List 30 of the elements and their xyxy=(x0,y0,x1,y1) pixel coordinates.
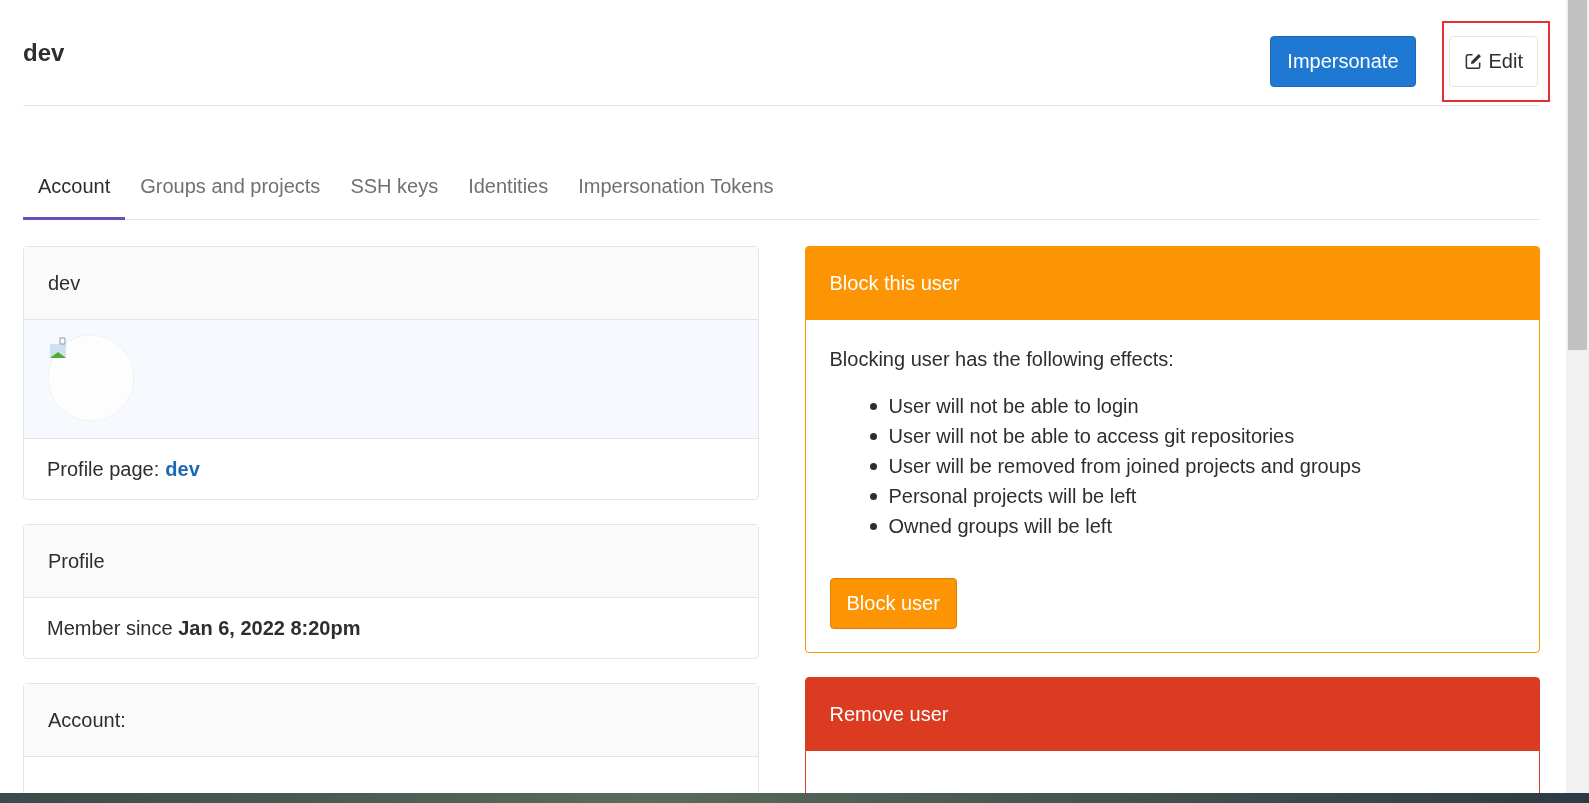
profile-link[interactable]: dev xyxy=(165,457,200,481)
list-item: Personal projects will be left xyxy=(888,484,1137,509)
panel-text: Blocking user has the following effects: xyxy=(829,348,1175,371)
card-header: dev xyxy=(24,247,758,320)
page-title: dev xyxy=(23,39,65,67)
bullet-icon xyxy=(869,492,877,500)
card-header: Account: xyxy=(24,684,758,757)
panel-header: Remove user xyxy=(805,678,1539,751)
bullet-icon xyxy=(869,402,877,410)
card-header: Profile xyxy=(24,525,758,598)
member-since-text: Member since Jan 6, 2022 8:20pm xyxy=(47,616,361,640)
bullet-icon xyxy=(869,462,877,470)
list-item: User will be removed from joined projects and groups xyxy=(888,454,1361,479)
profile-label: Profile page: xyxy=(47,457,160,481)
scrollbar-thumb[interactable] xyxy=(1568,0,1587,350)
tab[interactable]: Identities xyxy=(453,162,564,220)
edit-button[interactable]: Edit xyxy=(1448,36,1538,87)
scrollbar[interactable] xyxy=(1566,0,1589,793)
bullet-icon xyxy=(869,522,877,530)
list-item: User will not be able to login xyxy=(888,394,1139,419)
tab[interactable]: SSH keys xyxy=(335,162,454,220)
impersonate-button[interactable]: Impersonate xyxy=(1270,36,1416,87)
tab[interactable]: Impersonation Tokens xyxy=(563,162,789,220)
tab[interactable]: Account xyxy=(23,162,126,220)
panel-header: Block this user xyxy=(805,247,1539,320)
list-item: Owned groups will be left xyxy=(888,514,1112,539)
bullet-icon xyxy=(869,432,877,440)
edit-icon xyxy=(1463,52,1483,71)
list-item: User will not be able to access git repositories xyxy=(888,424,1295,449)
tab[interactable]: Groups and projects xyxy=(125,162,336,220)
